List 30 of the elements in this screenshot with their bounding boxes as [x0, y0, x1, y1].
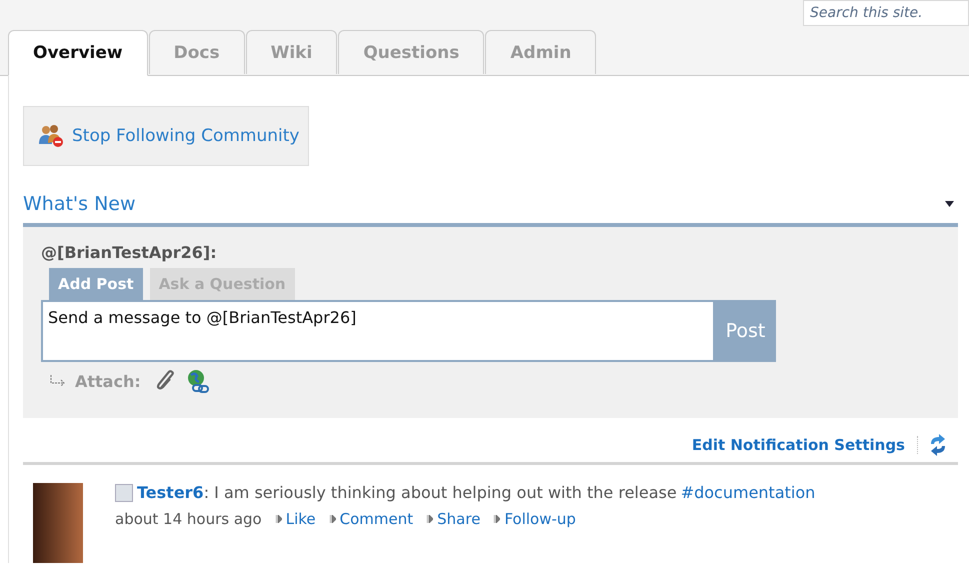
bullet-arrow-icon: [276, 515, 282, 523]
dropdown-icon[interactable]: [945, 201, 954, 207]
corner-arrow-icon: [49, 375, 67, 387]
tab[interactable]: Wiki: [246, 30, 338, 74]
author-link[interactable]: Tester6: [137, 483, 204, 502]
edit-notification-settings-link[interactable]: Edit Notification Settings: [692, 436, 918, 454]
tab[interactable]: Questions: [338, 30, 484, 74]
search-field[interactable]: Search this site.: [803, 0, 969, 26]
tab[interactable]: Admin: [485, 30, 596, 74]
post-text: : I am seriously thinking about helping out with the release: [204, 483, 677, 502]
recipient-label: @[BrianTestApr26]:: [41, 243, 218, 262]
bullet-arrow-icon: [330, 515, 336, 523]
timestamp: about 14 hours ago: [115, 510, 262, 528]
bullet-arrow-icon: [427, 515, 434, 523]
attach-label: Attach:: [75, 372, 141, 390]
bullet-arrow-icon: [494, 515, 500, 523]
action-link[interactable]: Comment: [340, 510, 414, 528]
hashtag-link[interactable]: #documentation: [680, 483, 816, 502]
action-link[interactable]: Like: [286, 510, 316, 528]
tab[interactable]: Docs: [148, 30, 245, 74]
action-link[interactable]: Share: [437, 510, 480, 528]
action-link[interactable]: Follow-up: [504, 510, 576, 528]
paperclip-icon[interactable]: [154, 370, 177, 392]
status-icon: [115, 484, 133, 502]
tab[interactable]: Overview: [8, 30, 148, 76]
section-title: What's New: [23, 193, 136, 215]
people-remove-icon: [38, 124, 64, 148]
refresh-icon[interactable]: [928, 434, 948, 456]
message-field[interactable]: Send a message to @[BrianTestApr26]: [41, 300, 715, 362]
stop-following-button[interactable]: Stop Following Community: [23, 106, 310, 166]
